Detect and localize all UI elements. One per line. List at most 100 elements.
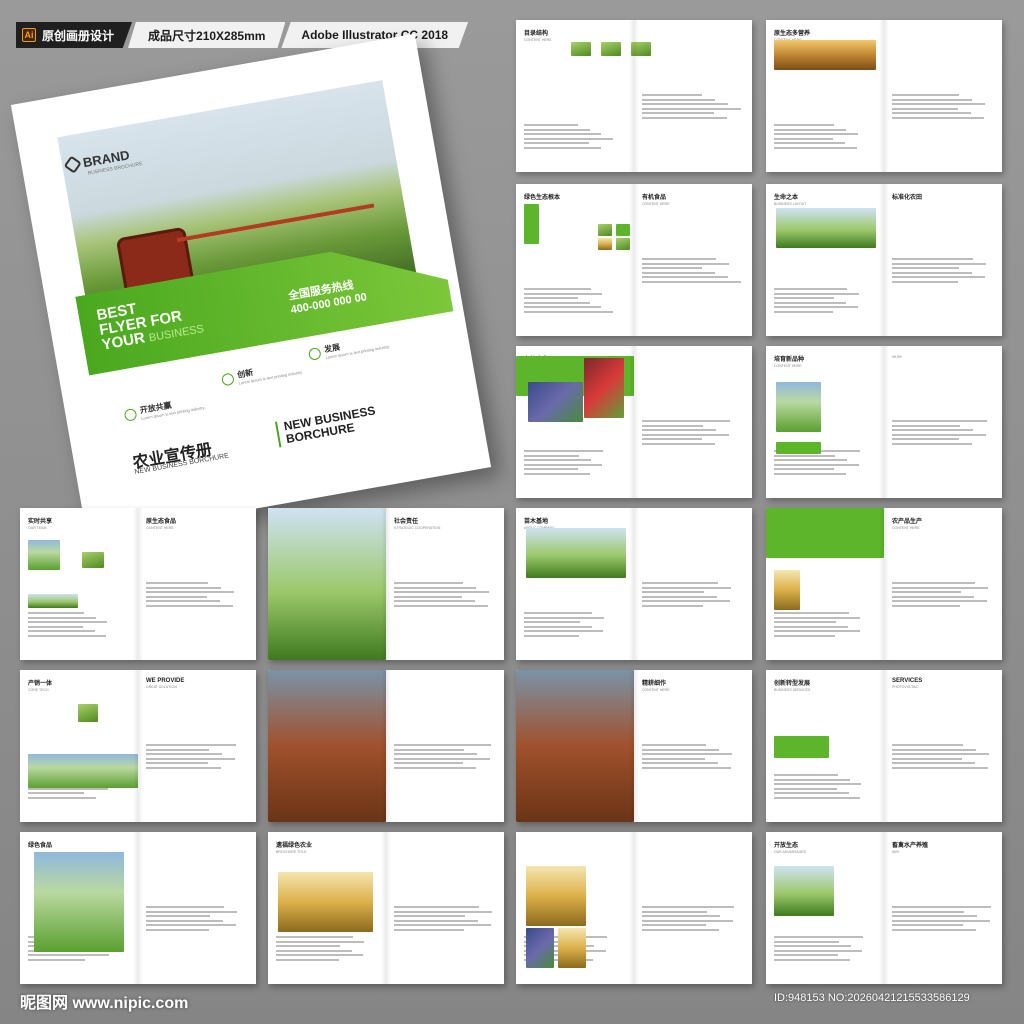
text-line <box>524 128 590 131</box>
text-line <box>524 630 604 632</box>
text-line <box>394 910 492 913</box>
text-line <box>28 958 85 961</box>
photo-block <box>776 208 876 248</box>
text-line <box>524 459 591 461</box>
left-page: 产销一体 CORE TECH <box>20 670 138 822</box>
text-line <box>774 625 848 628</box>
text-line <box>28 625 83 628</box>
text-line <box>394 762 463 764</box>
text-line <box>524 297 578 299</box>
photo-block <box>584 358 624 418</box>
photo-block <box>766 508 884 558</box>
text-line <box>146 586 221 589</box>
page-heading: 原生态多营养 <box>774 31 811 37</box>
page-subheading: 56% <box>892 850 900 854</box>
page-heading: 社会责任 <box>394 519 419 525</box>
brochure-spread: 绿色生态根本 有机食品 CONTENT HERE <box>516 184 752 336</box>
text-line <box>774 945 851 947</box>
photo-block <box>774 570 800 610</box>
photo-block <box>571 42 591 56</box>
photo-block <box>524 204 539 244</box>
right-page: 农产品生产 CONTENT HERE <box>884 508 1002 660</box>
text-line <box>146 766 221 769</box>
illustrator-icon: Ai <box>22 28 36 42</box>
page-heading: 绿色生态根本 <box>524 195 561 201</box>
text-line <box>892 442 972 445</box>
text-line <box>146 595 207 598</box>
brochure-spread: COMES FROM THE GREAT PLAIN社会责任STRATEGIC … <box>268 508 504 660</box>
right-page: WE PROVIDE GREAT SOLUTION <box>138 670 256 822</box>
photo-block <box>28 594 78 608</box>
right-page <box>138 832 256 984</box>
page-heading: 苗木基地 <box>524 519 549 525</box>
text-line <box>642 915 720 917</box>
text-line <box>774 796 861 799</box>
text-placeholder-lines <box>394 744 494 771</box>
text-line <box>146 919 223 922</box>
text-line <box>276 954 364 956</box>
photo-block <box>268 670 386 822</box>
text-line <box>892 429 973 431</box>
text-line <box>642 919 733 922</box>
text-line <box>774 128 846 131</box>
text-line <box>394 748 464 751</box>
photo-block <box>528 382 583 422</box>
text-line <box>642 276 728 278</box>
text-line <box>146 924 236 926</box>
header-title-block: Ai 原创画册设计 <box>16 22 133 48</box>
page-heading: 培育新品种 <box>774 357 805 363</box>
text-line <box>892 757 962 760</box>
text-placeholder-lines <box>524 288 614 315</box>
text-line <box>892 103 985 105</box>
text-line <box>774 137 834 140</box>
text-line <box>524 124 578 126</box>
text-line <box>524 463 603 466</box>
text-line <box>642 107 741 110</box>
photo-block <box>598 224 612 236</box>
text-line <box>394 906 479 908</box>
text-line <box>774 630 860 632</box>
page-subheading: BUSINESS SERVICES <box>774 688 811 692</box>
circle-icon <box>307 347 322 361</box>
text-line <box>774 634 836 637</box>
text-line <box>394 766 476 769</box>
text-line <box>394 582 463 584</box>
right-page <box>634 832 752 984</box>
text-line <box>394 753 477 755</box>
text-line <box>642 762 718 764</box>
text-line <box>892 433 986 436</box>
page-subheading: CONTENT HERE <box>146 526 174 530</box>
right-page: SERVICES PHOTOVOLTAIC <box>884 670 1002 822</box>
text-line <box>642 753 732 755</box>
brochure-spread: 绿色食品 <box>20 832 256 984</box>
page-subheading: CORE TECH <box>28 688 49 692</box>
text-line <box>524 612 593 614</box>
text-line <box>642 591 704 593</box>
photo-block <box>526 928 554 968</box>
text-line <box>642 267 702 269</box>
brochure-spread: 产销一体 CORE TECH WE PROVIDE GREAT SOLUTION <box>20 670 256 822</box>
text-line <box>892 744 963 746</box>
text-line <box>524 472 590 475</box>
text-line <box>524 621 580 623</box>
text-line <box>28 621 108 623</box>
text-line <box>642 420 730 422</box>
watermark: 昵图网 www.nipic.com <box>20 995 189 1012</box>
text-placeholder-lines <box>394 906 494 933</box>
text-placeholder-lines <box>146 744 246 771</box>
brochure-spread: 生命之本 BUSINESS LAYOUT 标准化农田 <box>766 184 1002 336</box>
left-page: 实时共享 OUR TEAM <box>20 508 138 660</box>
text-line <box>642 906 734 908</box>
text-line <box>394 757 490 760</box>
text-line <box>642 595 717 598</box>
text-placeholder-lines <box>146 906 246 933</box>
text-line <box>146 591 234 593</box>
page-heading: 目录结构 <box>524 31 549 37</box>
text-line <box>28 792 84 794</box>
right-page <box>884 20 1002 172</box>
text-placeholder-lines <box>642 420 742 447</box>
feature-item: 开放共赢 Lorem Ipsum is text printing industr… <box>123 394 206 424</box>
text-line <box>146 762 208 764</box>
text-line <box>642 442 715 445</box>
text-line <box>774 472 846 475</box>
